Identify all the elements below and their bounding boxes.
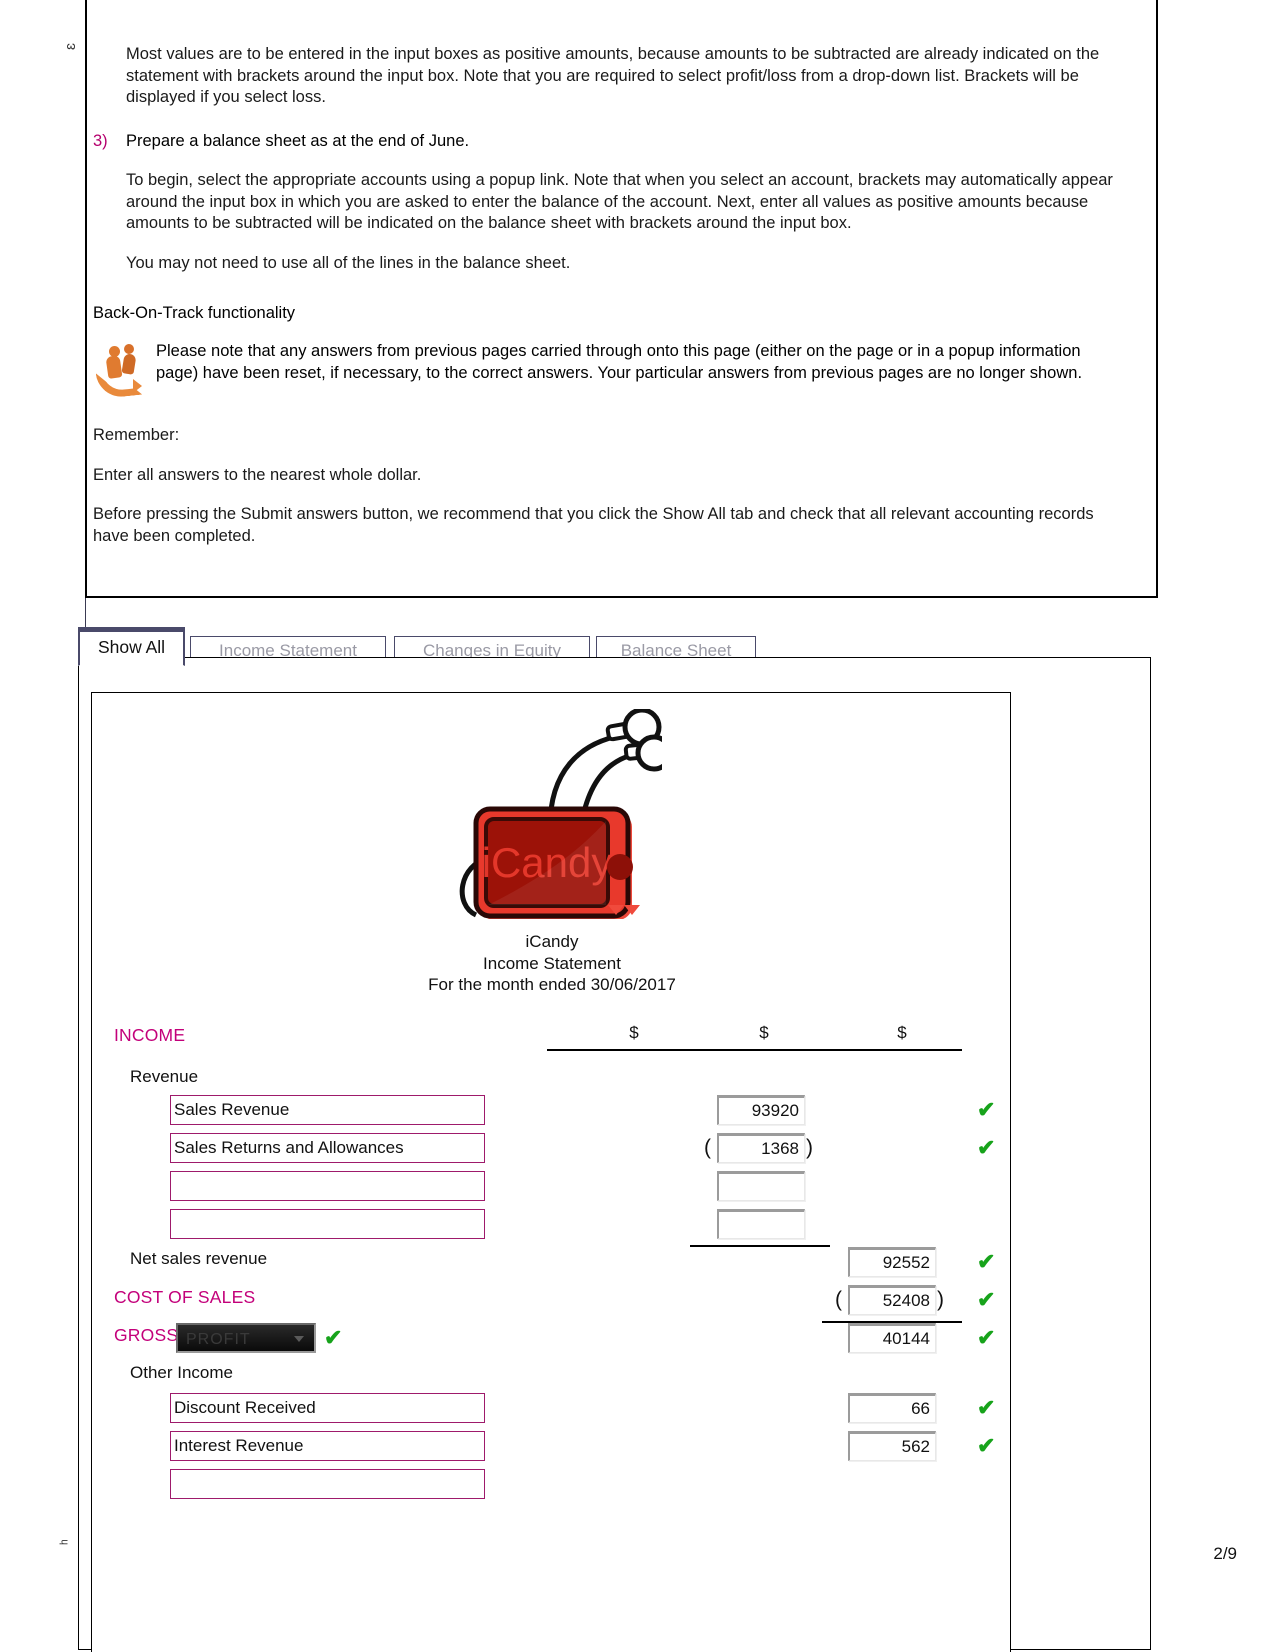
check-icon-cost-of-sales: ✔	[977, 1287, 996, 1312]
item-3-number: 3)	[93, 131, 108, 150]
account-name-sales-returns[interactable]: Sales Returns and Allowances	[170, 1133, 485, 1163]
remember-line-1: Enter all answers to the nearest whole d…	[93, 465, 422, 484]
icandy-logo: iCandy	[432, 707, 673, 920]
amount-gross-profit[interactable]: 40144	[848, 1323, 936, 1353]
open-bracket-sales-returns: (	[704, 1136, 711, 1159]
instruction-paragraph-3: You may not need to use all of the lines…	[126, 253, 571, 272]
instructions-panel: Most values are to be entered in the inp…	[85, 0, 1158, 598]
close-bracket-cost-of-sales: )	[937, 1288, 944, 1311]
company-name: iCandy	[525, 932, 579, 951]
table-row: Discount Received 66 ✔	[92, 1393, 1010, 1431]
header-rule	[547, 1049, 962, 1051]
back-on-track-icon	[93, 343, 156, 400]
remember-line-2: Before pressing the Submit answers butto…	[93, 505, 1094, 545]
check-icon-net-sales-revenue: ✔	[977, 1249, 996, 1274]
instruction-paragraph-2: To begin, select the appropriate account…	[126, 171, 1113, 232]
amount-net-sales-revenue[interactable]: 92552	[848, 1247, 936, 1277]
subheading-other-income: Other Income	[130, 1363, 233, 1382]
check-icon-discount-received: ✔	[977, 1395, 996, 1420]
gross-profit-loss-dropdown[interactable]: PROFIT	[176, 1323, 316, 1353]
label-cost-of-sales: COST OF SALES	[114, 1287, 256, 1307]
table-row	[92, 1171, 1010, 1209]
back-on-track-heading: Back-On-Track functionality	[93, 304, 296, 322]
gross-profit-loss-value: PROFIT	[186, 1331, 251, 1348]
account-name-discount-received[interactable]: Discount Received	[170, 1393, 485, 1423]
account-name-interest-revenue[interactable]: Interest Revenue	[170, 1431, 485, 1461]
currency-symbol-col2: $	[897, 1023, 907, 1042]
amount-input-sales-returns[interactable]: 1368	[717, 1133, 805, 1163]
amount-input-sales-revenue[interactable]: 93920	[717, 1095, 805, 1125]
instruction-item-3: 3) Prepare a balance sheet as at the end…	[93, 131, 1126, 153]
check-icon-sales-revenue: ✔	[977, 1097, 996, 1122]
account-name-blank-3[interactable]	[170, 1469, 485, 1499]
table-row: Interest Revenue 562 ✔	[92, 1431, 1010, 1469]
statement-heading: iCandy Income Statement For the month en…	[92, 931, 1010, 996]
row-gross-profit: GROSS PROFIT ✔ 40144 ✔	[92, 1323, 1010, 1361]
tab-show-all[interactable]: Show All	[78, 627, 185, 666]
account-name-blank-1[interactable]	[170, 1171, 485, 1201]
statement-panel: iCandy iCandy Income Statement For the m…	[78, 657, 1151, 1652]
statement-period: For the month ended 30/06/2017	[428, 975, 676, 994]
currency-header-row: $ $ $	[92, 1023, 1010, 1057]
subheading-revenue: Revenue	[130, 1067, 199, 1086]
back-on-track-text: Please note that any answers from previo…	[156, 342, 1083, 382]
check-icon-gross-profit: ✔	[977, 1325, 996, 1350]
account-name-blank-2[interactable]	[170, 1209, 485, 1239]
amount-input-blank-1[interactable]	[717, 1171, 805, 1201]
table-row: Sales Returns and Allowances ( 1368 ) ✔	[92, 1133, 1010, 1171]
amount-input-blank-2[interactable]	[717, 1209, 805, 1239]
row-net-sales-revenue: Net sales revenue 92552 ✔	[92, 1247, 1010, 1285]
currency-symbol-col0: $	[629, 1023, 639, 1042]
check-icon-gross-profit-select: ✔	[324, 1325, 343, 1350]
amount-input-interest-revenue[interactable]: 562	[848, 1431, 936, 1461]
income-statement-sheet: iCandy iCandy Income Statement For the m…	[91, 692, 1011, 1652]
statement-title: Income Statement	[483, 953, 621, 973]
amount-cost-of-sales[interactable]: 52408	[848, 1285, 936, 1315]
margin-glyph-bottom: ʰ	[58, 1539, 75, 1545]
row-cost-of-sales: COST OF SALES ( 52408 ) ✔	[92, 1285, 1010, 1323]
page-number: 2/9	[1213, 1544, 1237, 1563]
table-row	[92, 1469, 1010, 1507]
chevron-down-icon	[294, 1336, 304, 1342]
row-other-income-subheading: Other Income	[92, 1361, 1010, 1393]
margin-glyph-top: ɛ	[62, 43, 79, 50]
open-bracket-cost-of-sales: (	[835, 1288, 842, 1311]
check-icon-sales-returns: ✔	[977, 1135, 996, 1160]
table-row: Sales Revenue 93920 ✔	[92, 1095, 1010, 1133]
close-bracket-sales-returns: )	[806, 1136, 813, 1159]
label-net-sales-revenue: Net sales revenue	[130, 1249, 268, 1268]
check-icon-interest-revenue: ✔	[977, 1433, 996, 1458]
item-3-text: Prepare a balance sheet as at the end of…	[126, 131, 470, 150]
account-name-sales-revenue[interactable]: Sales Revenue	[170, 1095, 485, 1125]
remember-heading: Remember:	[93, 426, 180, 444]
row-income-header: INCOME $ $ $	[92, 1023, 1010, 1065]
instruction-paragraph-1: Most values are to be entered in the inp…	[126, 45, 1100, 106]
currency-symbol-col1: $	[759, 1023, 769, 1042]
income-statement-table: INCOME $ $ $ Revenue Sales Revenue 93920…	[92, 1023, 1010, 1507]
amount-input-discount-received[interactable]: 66	[848, 1393, 936, 1423]
label-gross: GROSS	[114, 1325, 179, 1345]
row-revenue-subheading: Revenue	[92, 1065, 1010, 1095]
back-on-track-note: Please note that any answers from previo…	[93, 341, 1126, 400]
table-row	[92, 1209, 1010, 1247]
